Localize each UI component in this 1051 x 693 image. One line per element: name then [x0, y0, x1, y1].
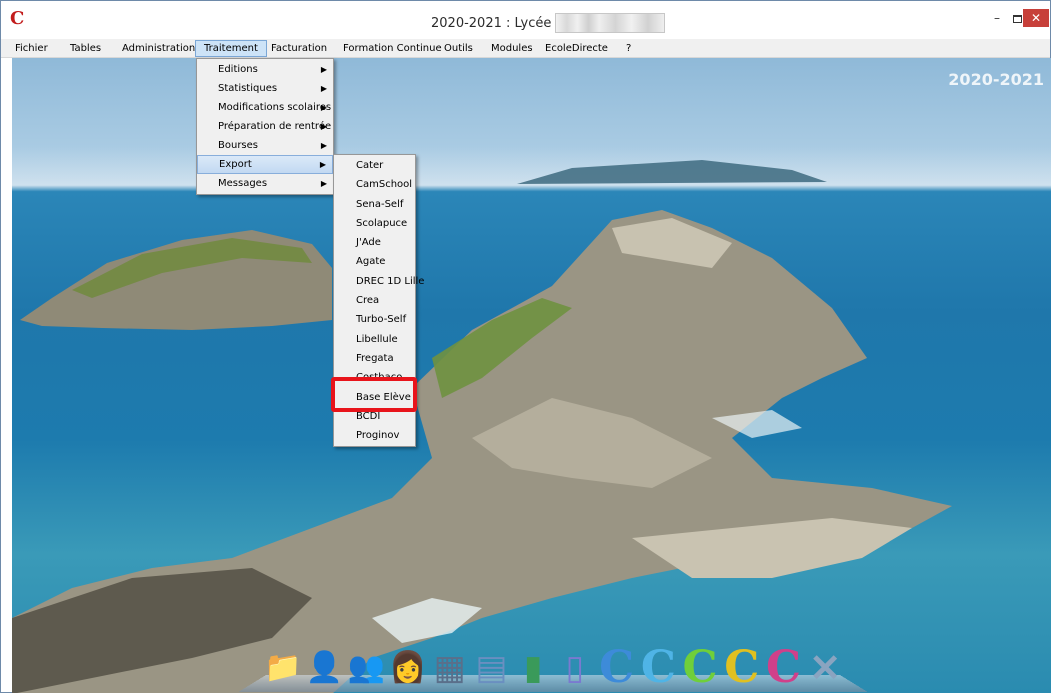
menu-item-export[interactable]: Export ▶	[197, 155, 333, 174]
c-blue-icon[interactable]: C	[598, 646, 636, 690]
menu-ecoledirecte[interactable]: EcoleDirecte	[537, 40, 616, 57]
group-icon[interactable]: 👥	[347, 646, 385, 690]
close-button[interactable]: ✕	[1023, 9, 1049, 27]
menu-item-preparation-rentree[interactable]: Préparation de rentrée ▶	[197, 117, 333, 136]
submenu-arrow-icon: ▶	[319, 160, 326, 169]
traitement-menu: Editions ▶ Statistiques ▶ Modifications sc…	[196, 58, 334, 195]
menu-facturation[interactable]: Facturation	[263, 40, 335, 57]
menu-outils[interactable]: Outils	[436, 40, 481, 57]
export-item-libellule[interactable]: Libellule	[334, 330, 415, 349]
c-yellow-icon[interactable]: C	[723, 646, 761, 690]
export-item-agate[interactable]: Agate	[334, 252, 415, 271]
export-item-proginov[interactable]: Proginov	[334, 426, 415, 445]
menu-bar: Fichier Tables Administration Traitement…	[1, 39, 1050, 58]
menu-item-label: Préparation de rentrée	[218, 121, 332, 132]
window-title-wrapper: 2020-2021 : Lycée	[431, 13, 666, 33]
launcher-dock: 📁 👤 👥 👩 ▦ ▤ ▮ ▯ C C C C C ✕	[264, 638, 844, 690]
menu-item-label: Bourses	[218, 140, 258, 151]
submenu-arrow-icon: ▶	[320, 122, 327, 131]
redacted-school-name	[555, 13, 666, 33]
maximize-icon	[1012, 14, 1022, 23]
menu-administration[interactable]: Administration	[114, 40, 203, 57]
c-lightblue-icon[interactable]: C	[639, 646, 677, 690]
menu-item-label: Editions	[218, 64, 258, 75]
desktop-background-image: 2020-2021	[12, 58, 1051, 693]
submenu-arrow-icon: ▶	[320, 141, 327, 150]
menu-item-label: Modifications scolaires	[218, 102, 332, 113]
menu-item-editions[interactable]: Editions ▶	[197, 60, 333, 79]
menu-tables[interactable]: Tables	[62, 40, 109, 57]
export-item-cater[interactable]: Cater	[334, 156, 415, 175]
export-item-jade[interactable]: J'Ade	[334, 233, 415, 252]
folder-icon[interactable]: 📁	[264, 646, 302, 690]
export-item-crea[interactable]: Crea	[334, 291, 415, 310]
submenu-arrow-icon: ▶	[320, 103, 327, 112]
minimize-button[interactable]: –	[986, 9, 1008, 27]
c-multicolor-icon[interactable]: C	[765, 646, 803, 690]
phone-icon[interactable]: ▯	[556, 646, 594, 690]
menu-help[interactable]: ?	[618, 40, 639, 57]
menu-item-label: Messages	[218, 178, 268, 189]
submenu-arrow-icon: ▶	[320, 179, 327, 188]
export-item-turbo-self[interactable]: Turbo-Self	[334, 310, 415, 329]
menu-item-label: Statistiques	[218, 83, 278, 94]
export-item-camschool[interactable]: CamSchool	[334, 175, 415, 194]
menu-formation-continue[interactable]: Formation Continue	[335, 40, 450, 57]
export-item-drec-1d-lille[interactable]: DREC 1D Lille	[334, 272, 424, 291]
menu-item-messages[interactable]: Messages ▶	[197, 174, 333, 193]
user-icon[interactable]: 👤	[306, 646, 344, 690]
menu-item-label: Export	[219, 159, 252, 170]
export-item-sena-self[interactable]: Sena-Self	[334, 195, 415, 214]
submenu-arrow-icon: ▶	[320, 65, 327, 74]
year-watermark: 2020-2021	[948, 70, 1044, 89]
menu-item-statistiques[interactable]: Statistiques ▶	[197, 79, 333, 98]
document-icon[interactable]: ▤	[473, 646, 511, 690]
window-title: 2020-2021 : Lycée	[431, 15, 552, 31]
menu-traitement[interactable]: Traitement	[195, 40, 267, 57]
close-icon[interactable]: ✕	[806, 646, 844, 690]
title-bar[interactable]: C 2020-2021 : Lycée – ✕	[1, 1, 1050, 39]
export-item-fregata[interactable]: Fregata	[334, 349, 415, 368]
menu-item-modifications-scolaires[interactable]: Modifications scolaires ▶	[197, 98, 333, 117]
app-window: C 2020-2021 : Lycée – ✕ Fichier Tables A…	[0, 0, 1051, 693]
menu-fichier[interactable]: Fichier	[7, 40, 56, 57]
menu-item-bourses[interactable]: Bourses ▶	[197, 136, 333, 155]
highlight-annotation-box	[331, 377, 417, 412]
app-logo-icon[interactable]: C	[10, 10, 26, 28]
export-item-scolapuce[interactable]: Scolapuce	[334, 214, 415, 233]
chart-icon[interactable]: ▮	[514, 646, 552, 690]
c-green-icon[interactable]: C	[681, 646, 719, 690]
submenu-arrow-icon: ▶	[320, 84, 327, 93]
calendar-icon[interactable]: ▦	[431, 646, 469, 690]
menu-modules[interactable]: Modules	[483, 40, 541, 57]
island-landscape-image	[12, 160, 952, 693]
teacher-icon[interactable]: 👩	[389, 646, 427, 690]
